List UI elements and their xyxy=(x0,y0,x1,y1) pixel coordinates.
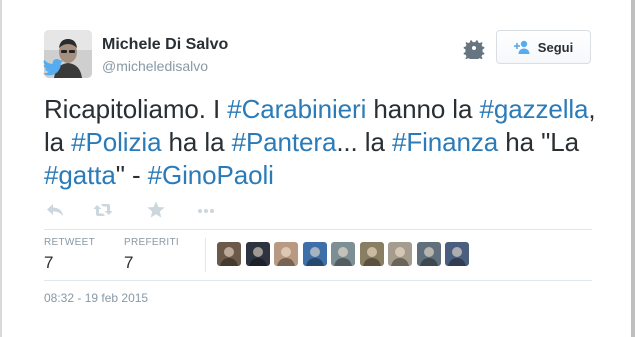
favorite-icon[interactable] xyxy=(145,200,167,220)
window-right-border xyxy=(631,0,635,337)
hashtag-link[interactable]: #GinoPaoli xyxy=(148,160,274,190)
tweet-text-segment: hanno la xyxy=(366,94,480,124)
author-handle[interactable]: @micheledisalvo xyxy=(102,58,208,74)
window-left-border xyxy=(0,0,2,337)
tweet-text-segment: ha la xyxy=(161,127,232,157)
twitter-bird-icon xyxy=(42,58,64,78)
tweet-text-segment: Ricapitoliamo. I xyxy=(44,94,228,124)
favoriter-avatar[interactable] xyxy=(217,242,241,266)
tweet-text-segment: ha "La xyxy=(498,127,579,157)
follow-button-label: Segui xyxy=(537,39,574,55)
tweet-text-segment: ... la xyxy=(336,127,392,157)
tweet-text: Ricapitoliamo. I #Carabinieri hanno la #… xyxy=(44,93,604,192)
favoriter-avatar[interactable] xyxy=(331,242,355,266)
stats-top-divider xyxy=(44,229,592,230)
follow-button[interactable]: Segui xyxy=(496,30,591,64)
tweet-text-segment: " - xyxy=(115,160,148,190)
gear-icon[interactable] xyxy=(463,37,485,59)
favorite-count[interactable]: 7 xyxy=(124,253,133,273)
retweet-icon[interactable] xyxy=(92,200,114,220)
more-icon[interactable] xyxy=(195,200,217,220)
retweet-count-label: RETWEET xyxy=(44,237,95,248)
retweet-count[interactable]: 7 xyxy=(44,253,53,273)
favoriter-avatar[interactable] xyxy=(245,242,270,266)
stats-bottom-divider xyxy=(44,280,592,281)
hashtag-link[interactable]: #gatta xyxy=(44,160,116,190)
favorite-count-label: PREFERITI xyxy=(124,237,179,248)
reply-icon[interactable] xyxy=(44,200,66,220)
favoriter-avatar[interactable] xyxy=(274,242,298,266)
hashtag-link[interactable]: #Pantera xyxy=(232,127,337,157)
favoriters-avatars xyxy=(217,242,474,266)
favoriter-avatar[interactable] xyxy=(445,242,469,266)
author-name[interactable]: Michele Di Salvo xyxy=(102,36,228,54)
stats-separator xyxy=(205,238,206,272)
favoriter-avatar[interactable] xyxy=(302,242,327,266)
hashtag-link[interactable]: #Carabinieri xyxy=(227,94,366,124)
hashtag-link[interactable]: #Polizia xyxy=(71,127,161,157)
favoriter-avatar[interactable] xyxy=(388,242,412,266)
tweet-timestamp[interactable]: 08:32 - 19 feb 2015 xyxy=(44,291,148,305)
hashtag-link[interactable]: #Finanza xyxy=(392,127,498,157)
add-user-icon xyxy=(513,40,532,54)
hashtag-link[interactable]: #gazzella xyxy=(479,94,588,124)
favoriter-avatar[interactable] xyxy=(359,242,384,266)
favoriter-avatar[interactable] xyxy=(416,242,441,266)
